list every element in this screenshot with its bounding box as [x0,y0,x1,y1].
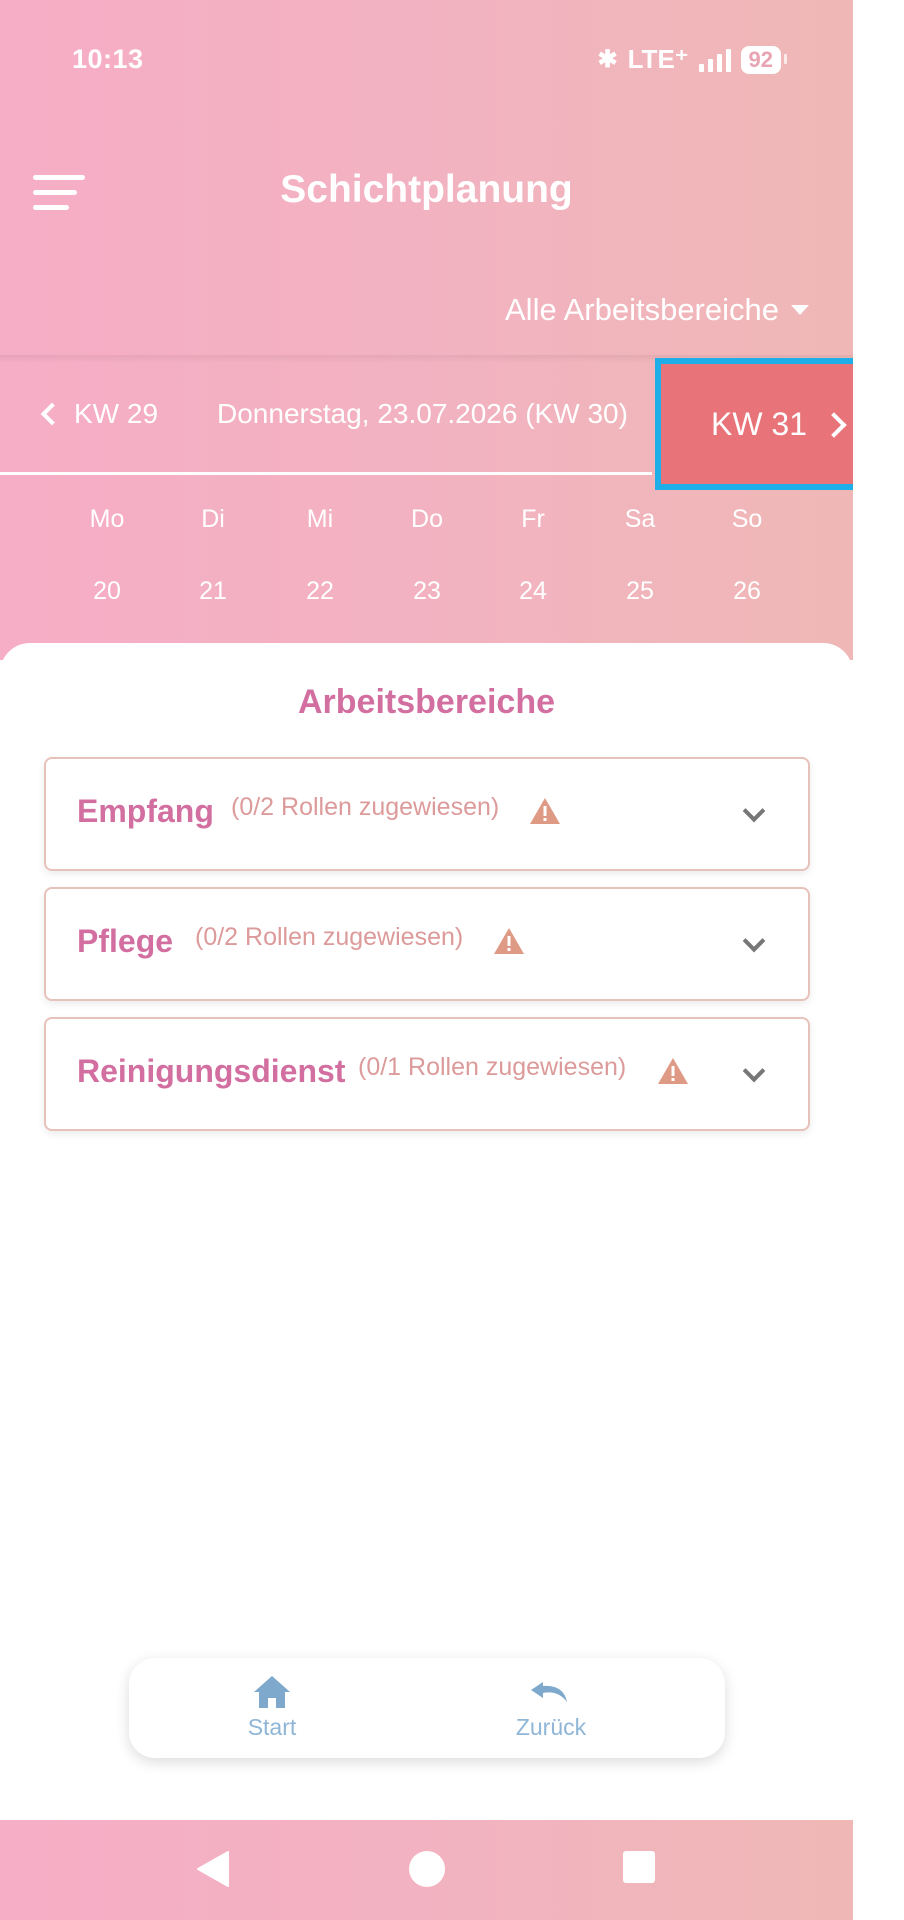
day-friday[interactable]: Fr 24 [493,505,573,606]
area-role-info: (0/2 Rollen zugewiesen) [231,793,500,821]
nav-back-button[interactable]: Zurück [476,1674,626,1741]
day-thursday[interactable]: Do 23 [387,505,467,606]
day-date: 26 [733,577,761,605]
day-tuesday[interactable]: Di 21 [173,505,253,606]
system-back-icon[interactable] [196,1850,230,1888]
chevron-down-icon [742,929,766,953]
day-sunday[interactable]: So 26 [707,505,787,606]
day-name: Sa [624,505,656,533]
warning-icon [494,928,524,954]
current-week-underline [0,472,652,475]
area-role-info: (0/1 Rollen zugewiesen) [358,1053,627,1081]
day-date: 25 [626,577,654,605]
header: 10:13 ✱ LTE⁺ 92 Schichtplanung Alle Arbe… [0,0,853,660]
area-name: Pflege [77,923,174,959]
day-name: So [731,505,763,533]
chevron-down-icon [742,799,766,823]
bluetooth-icon: ✱ [597,46,618,73]
page-title: Schichtplanung [280,168,573,211]
day-name: Do [411,505,443,533]
section-title: Arbeitsbereiche [298,683,555,721]
week-navigation: KW 29 Donnerstag, 23.07.2026 (KW 30) KW … [0,358,853,490]
area-card-empfang[interactable]: Empfang (0/2 Rollen zugewiesen) [44,757,810,871]
chevron-left-icon [40,402,64,426]
home-icon [254,1676,290,1708]
system-navigation-bar [0,1820,853,1920]
undo-icon [531,1682,567,1702]
system-home-icon[interactable] [408,1850,446,1888]
area-filter-dropdown[interactable]: Alle Arbeitsbereiche [505,292,809,328]
status-icons: ✱ LTE⁺ 92 [597,44,788,75]
day-name: Mi [306,505,334,533]
area-filter-label: Alle Arbeitsbereiche [505,292,779,327]
nav-start-button[interactable]: Start [197,1674,347,1741]
status-time: 10:13 [72,44,144,74]
area-role-info: (0/2 Rollen zugewiesen) [195,923,464,951]
nav-back-label: Zurück [515,1714,587,1740]
chevron-down-icon [742,1059,766,1083]
day-name: Mo [89,505,125,533]
network-type: LTE⁺ [627,44,689,74]
warning-icon [530,798,560,824]
day-date: 22 [306,577,334,605]
area-card-reinigungsdienst[interactable]: Reinigungsdienst (0/1 Rollen zugewiesen) [44,1017,810,1131]
day-name: Fr [521,505,545,533]
app-screen: 10:13 ✱ LTE⁺ 92 Schichtplanung Alle Arbe… [0,0,853,1920]
day-wednesday[interactable]: Mi 22 [280,505,360,606]
next-week-label: KW 31 [710,405,808,442]
area-card-pflege[interactable]: Pflege (0/2 Rollen zugewiesen) [44,887,810,1001]
prev-week-label: KW 29 [74,398,159,429]
day-date: 21 [199,577,227,605]
system-recents-icon[interactable] [622,1850,656,1884]
caret-down-icon [791,305,809,315]
day-monday[interactable]: Mo 20 [67,505,147,606]
next-week-button[interactable]: KW 31 [655,358,853,490]
current-date-label: Donnerstag, 23.07.2026 (KW 30) [217,398,628,429]
area-name: Empfang [77,793,214,829]
content-sheet: Arbeitsbereiche Empfang (0/2 Rollen zuge… [0,643,853,1823]
day-date: 20 [93,577,121,605]
area-name: Reinigungsdienst [77,1053,346,1089]
nav-start-label: Start [247,1714,297,1740]
right-margin [853,0,904,1920]
status-bar: 10:13 ✱ LTE⁺ 92 [0,0,853,120]
battery-indicator: 92 [740,45,788,74]
chevron-right-icon [821,412,847,438]
day-date: 24 [519,577,547,605]
day-date: 23 [413,577,441,605]
day-saturday[interactable]: Sa 25 [600,505,680,606]
warning-icon [658,1058,688,1084]
prev-week-button[interactable]: KW 29 [40,398,159,430]
signal-icon [698,48,731,72]
day-name: Di [201,505,225,533]
bottom-navigation: Start Zurück [129,1658,725,1758]
